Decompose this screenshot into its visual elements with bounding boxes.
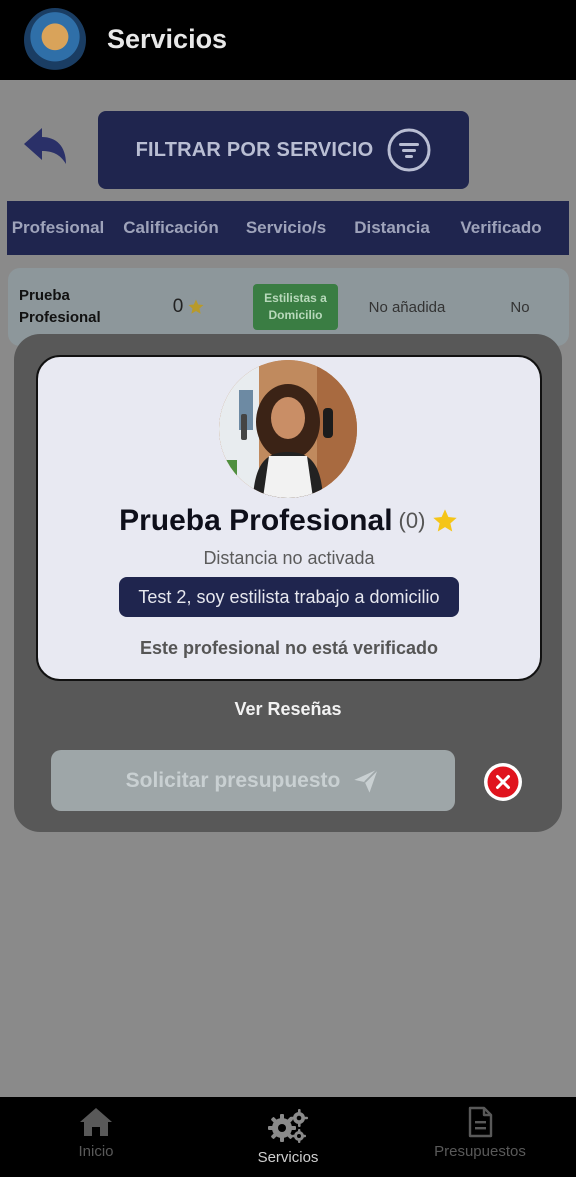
review-count: (0) — [398, 508, 426, 533]
filter-button-label: FILTRAR POR SERVICIO — [135, 138, 374, 161]
nav-label-servicios: Servicios — [257, 1149, 319, 1166]
row-professional-name: Prueba Profesional — [8, 285, 139, 329]
professional-photo — [219, 360, 357, 498]
top-bar: Servicios — [0, 0, 576, 80]
professional-card: Prueba Profesional (0) Distancia no activ… — [36, 355, 542, 681]
professional-photo-illustration — [219, 360, 357, 498]
filter-by-service-button[interactable]: FILTRAR POR SERVICIO — [98, 111, 469, 189]
bottom-navigation: Inicio Servicios Presupuestos — [0, 1097, 576, 1177]
document-icon — [468, 1106, 493, 1138]
service-badge-line-2: Domicilio — [268, 308, 323, 322]
professional-name-line: Prueba Profesional (0) — [38, 504, 540, 538]
gears-icon — [268, 1109, 308, 1143]
close-modal-button[interactable] — [483, 762, 523, 802]
column-header-verificado[interactable]: Verificado — [445, 218, 557, 238]
column-header-distancia[interactable]: Distancia — [339, 218, 445, 238]
app-logo — [24, 8, 86, 72]
row-name-line-2: Profesional — [19, 309, 101, 326]
back-button[interactable] — [20, 124, 72, 172]
nav-item-presupuestos[interactable]: Presupuestos — [384, 1097, 576, 1177]
row-distance: No añadida — [368, 298, 446, 316]
request-quote-button[interactable]: Solicitar presupuesto — [51, 750, 455, 811]
professional-modal: Prueba Profesional (0) Distancia no activ… — [14, 334, 562, 832]
back-arrow-icon — [24, 128, 66, 164]
row-verified: No — [510, 298, 530, 316]
nav-item-servicios[interactable]: Servicios — [192, 1097, 384, 1177]
service-badge: Estilistas a Domicilio — [253, 284, 338, 330]
request-quote-label: Solicitar presupuesto — [125, 768, 341, 792]
page-title: Servicios — [107, 24, 228, 54]
view-reviews-link[interactable]: Ver Reseñas — [14, 699, 562, 720]
professional-name: Prueba Profesional — [119, 504, 393, 537]
send-icon — [354, 768, 379, 793]
row-rating-value: 0 — [172, 296, 184, 317]
row-name-line-1: Prueba — [19, 287, 70, 304]
column-header-servicios[interactable]: Servicio/s — [233, 218, 339, 238]
professional-description: Test 2, soy estilista trabajo a domicili… — [119, 577, 459, 617]
verification-note: Este profesional no está verificado — [139, 638, 439, 658]
star-icon — [188, 299, 204, 314]
nav-label-inicio: Inicio — [78, 1143, 114, 1160]
table-header: Profesional Calificación Servicio/s Dist… — [7, 201, 569, 255]
service-badge-line-1: Estilistas a — [264, 291, 327, 305]
nav-label-presupuestos: Presupuestos — [434, 1143, 526, 1160]
column-header-profesional[interactable]: Profesional — [7, 218, 109, 238]
close-icon — [484, 763, 522, 801]
nav-item-inicio[interactable]: Inicio — [0, 1097, 192, 1177]
distance-status: Distancia no activada — [203, 548, 375, 568]
star-icon — [433, 509, 457, 532]
column-header-calificacion[interactable]: Calificación — [109, 218, 233, 238]
row-rating: 0 — [139, 296, 239, 318]
home-icon — [80, 1108, 112, 1136]
filter-icon — [387, 128, 431, 172]
